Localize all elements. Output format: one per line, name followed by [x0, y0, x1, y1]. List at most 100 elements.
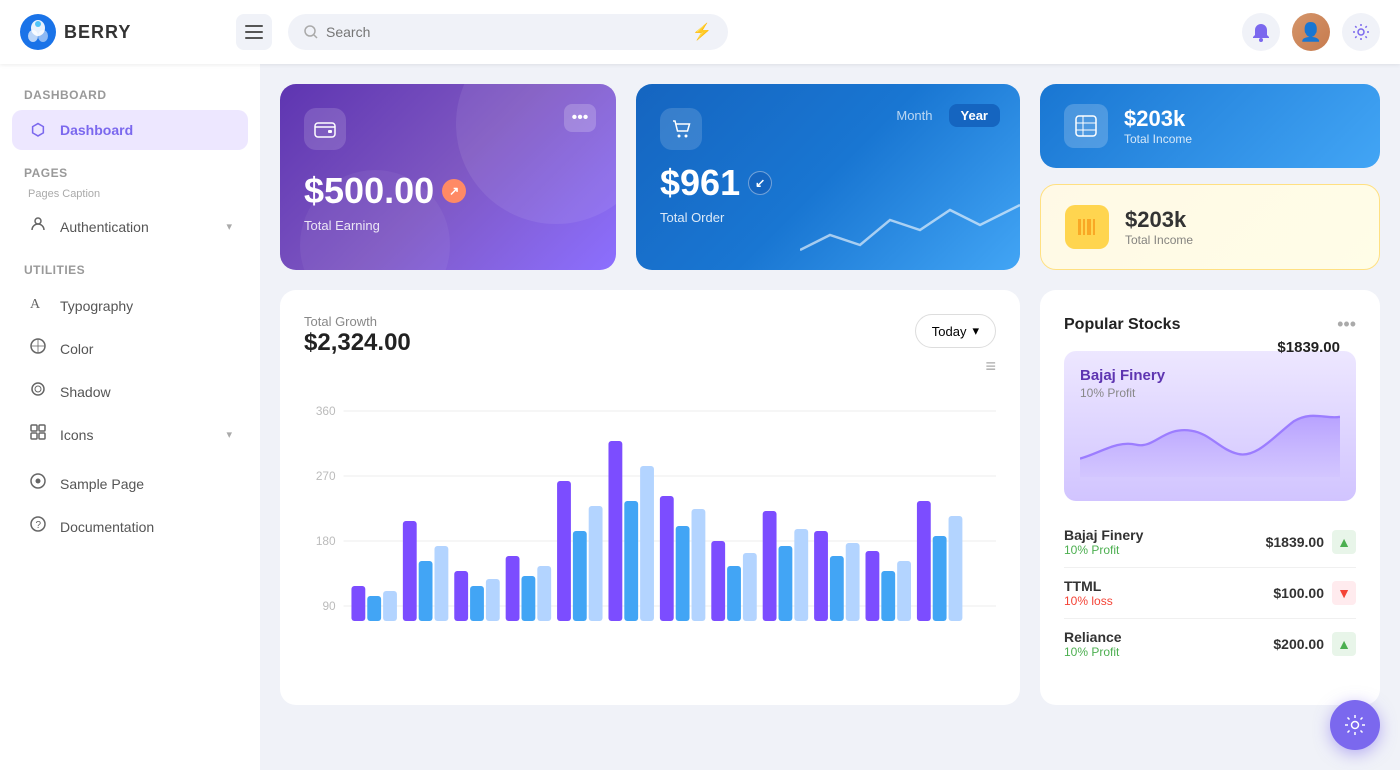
icons-label: Icons — [60, 427, 93, 443]
dropdown-arrow: ▾ — [972, 323, 979, 339]
sidebar-item-dashboard[interactable]: ⬡ Dashboard — [12, 110, 248, 150]
stock-item-info: Bajaj Finery 10% Profit — [1064, 527, 1143, 557]
earning-card-more-button[interactable]: ••• — [564, 104, 596, 132]
logo-text: BERRY — [64, 22, 131, 43]
stock-item-info: TTML 10% loss — [1064, 578, 1113, 608]
color-icon — [28, 338, 48, 359]
stock-list-item: Bajaj Finery 10% Profit $1839.00 ▲ — [1064, 517, 1356, 568]
income-card-blue: $203k Total Income — [1040, 84, 1380, 168]
table-icon — [1075, 115, 1097, 137]
income-blue-amount: $203k — [1124, 106, 1192, 132]
fab-button[interactable] — [1330, 700, 1380, 750]
year-toggle-button[interactable]: Year — [949, 104, 1000, 127]
featured-stock-profit: 10% Profit — [1080, 386, 1165, 400]
sidebar-item-authentication[interactable]: Authentication ▾ — [12, 206, 248, 247]
stock-item-info: Reliance 10% Profit — [1064, 629, 1122, 659]
stock-badge-up: ▲ — [1332, 632, 1356, 656]
stocks-title: Popular Stocks — [1064, 316, 1180, 334]
month-toggle-button[interactable]: Month — [884, 104, 944, 127]
stocks-card: Popular Stocks ••• Bajaj Finery 10% Prof… — [1040, 290, 1380, 705]
chart-card: Total Growth $2,324.00 Today ▾ ≡ — [280, 290, 1020, 705]
chart-controls: Today ▾ ≡ — [915, 314, 996, 385]
featured-stock-info: Bajaj Finery 10% Profit — [1080, 367, 1165, 400]
menu-button[interactable] — [236, 14, 272, 50]
dashboard-icon: ⬡ — [28, 120, 48, 140]
dashboard-section-title: Dashboard — [12, 84, 248, 110]
featured-stock-name: Bajaj Finery — [1080, 367, 1165, 384]
chart-menu-icon[interactable]: ≡ — [985, 356, 996, 377]
main-layout: Dashboard ⬡ Dashboard Pages Pages Captio… — [0, 64, 1400, 770]
color-label: Color — [60, 341, 93, 357]
stock-name: TTML — [1064, 578, 1113, 594]
income-yellow-info: $203k Total Income — [1125, 207, 1193, 247]
stock-name: Reliance — [1064, 629, 1122, 645]
stock-profit: 10% Profit — [1064, 543, 1143, 557]
sidebar-item-typography[interactable]: A Typography — [12, 285, 248, 326]
notification-button[interactable] — [1242, 13, 1280, 51]
stock-profit: 10% Profit — [1064, 645, 1122, 659]
stock-badge-up: ▲ — [1332, 530, 1356, 554]
stock-price: $100.00 — [1273, 585, 1324, 601]
sparkline-chart — [1080, 400, 1340, 480]
stock-list-item: Reliance 10% Profit $200.00 ▲ — [1064, 619, 1356, 669]
settings-button[interactable] — [1342, 13, 1380, 51]
stock-name: Bajaj Finery — [1064, 527, 1143, 543]
pages-section-title: Pages — [12, 162, 248, 188]
income-yellow-icon — [1065, 205, 1109, 249]
typography-icon: A — [28, 295, 48, 316]
documentation-icon: ? — [28, 516, 48, 537]
svg-text:A: A — [30, 297, 41, 311]
bell-icon — [1252, 22, 1270, 42]
sidebar-item-documentation[interactable]: ? Documentation — [12, 506, 248, 547]
sidebar: Dashboard ⬡ Dashboard Pages Pages Captio… — [0, 64, 260, 770]
search-icon — [304, 25, 318, 39]
stock-badge-down: ▼ — [1332, 581, 1356, 605]
avatar[interactable]: 👤 — [1292, 13, 1330, 51]
auth-label: Authentication — [60, 219, 149, 235]
sidebar-item-shadow[interactable]: Shadow — [12, 371, 248, 412]
svg-text:360: 360 — [316, 404, 336, 418]
stocks-header: Popular Stocks ••• — [1064, 314, 1356, 335]
sidebar-item-label: Dashboard — [60, 122, 133, 138]
earning-card: ••• $500.00 ↗ Total Earning — [280, 84, 616, 270]
right-cards: $203k Total Income $203k — [1040, 84, 1380, 270]
income-blue-icon — [1064, 104, 1108, 148]
svg-text:90: 90 — [322, 599, 336, 613]
income-blue-label: Total Income — [1124, 132, 1192, 146]
search-input[interactable] — [326, 24, 684, 40]
stocks-more-button[interactable]: ••• — [1337, 314, 1356, 335]
earning-amount: $500.00 ↗ — [304, 170, 592, 212]
featured-stock-price: $1839.00 — [1277, 339, 1340, 356]
fab-settings-icon — [1344, 714, 1366, 736]
stock-list: Bajaj Finery 10% Profit $1839.00 ▲ TTML … — [1064, 517, 1356, 669]
icons-icon — [28, 424, 48, 445]
auth-icon — [28, 216, 48, 237]
income-yellow-label: Total Income — [1125, 233, 1193, 247]
logo: BERRY — [20, 14, 220, 50]
search-bar: ⚡ — [288, 14, 728, 50]
stock-price: $1839.00 — [1266, 534, 1324, 550]
header-right: 👤 — [1242, 13, 1380, 51]
today-button[interactable]: Today ▾ — [915, 314, 996, 348]
top-cards: ••• $500.00 ↗ Total Earning — [280, 84, 1380, 270]
chart-header: Total Growth $2,324.00 Today ▾ ≡ — [304, 314, 996, 385]
earning-label: Total Earning — [304, 218, 592, 233]
hamburger-icon — [245, 25, 263, 39]
order-card-icon — [660, 108, 702, 150]
order-card: Month Year $961 ↙ Total Order — [636, 84, 1020, 270]
income-blue-info: $203k Total Income — [1124, 106, 1192, 146]
chart-title-label: Total Growth — [304, 314, 411, 329]
typography-label: Typography — [60, 298, 133, 314]
order-wave — [800, 190, 1020, 270]
filter-icon[interactable]: ⚡ — [692, 22, 712, 42]
sidebar-item-icons[interactable]: Icons ▾ — [12, 414, 248, 455]
sidebar-item-sample-page[interactable]: Sample Page — [12, 463, 248, 504]
stock-featured: Bajaj Finery 10% Profit $1839.00 — [1064, 351, 1356, 501]
month-year-toggle: Month Year — [884, 104, 1000, 127]
stock-list-item: TTML 10% loss $100.00 ▼ — [1064, 568, 1356, 619]
bar-chart: 360 270 180 90 — [304, 401, 996, 661]
gear-icon — [1352, 23, 1370, 41]
shopping-icon — [670, 118, 692, 140]
sidebar-item-color[interactable]: Color — [12, 328, 248, 369]
pages-caption: Pages Caption — [12, 188, 248, 206]
